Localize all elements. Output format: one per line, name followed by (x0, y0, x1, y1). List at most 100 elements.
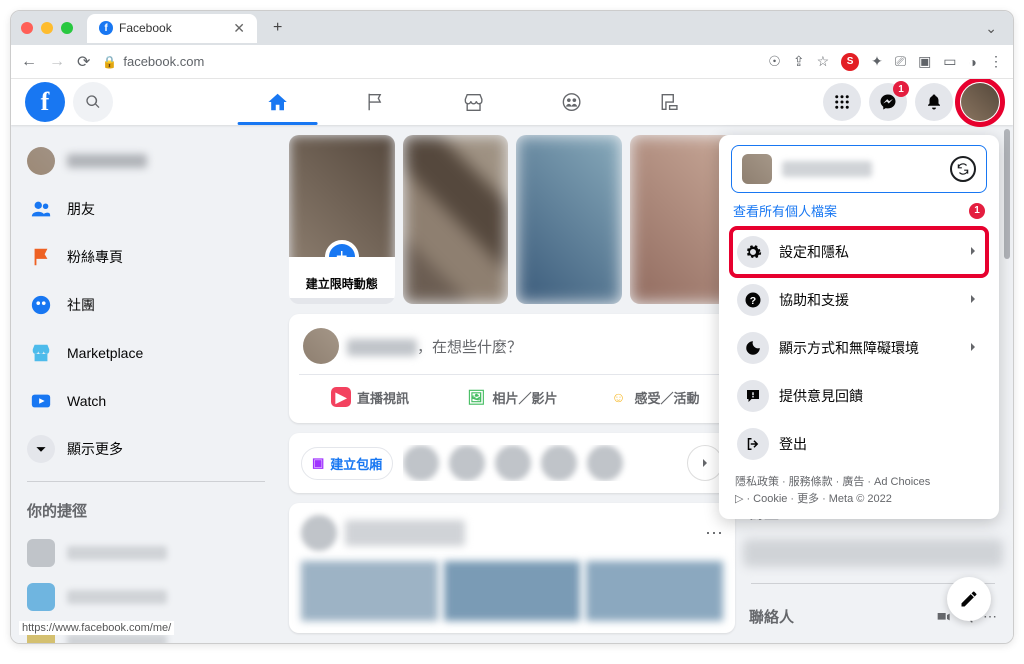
svg-text:?: ? (750, 295, 756, 307)
new-call-button[interactable] (935, 609, 951, 625)
nav-pages-tab[interactable] (332, 79, 420, 125)
rooms-card: ▣建立包廂 (289, 433, 735, 493)
new-tab-button[interactable]: + (263, 19, 292, 37)
contact-avatar[interactable] (587, 445, 623, 481)
highlight-ring (955, 79, 1005, 127)
menu-icon[interactable]: ⋮ (989, 53, 1003, 70)
composer-live[interactable]: ▶直播視訊 (299, 381, 441, 413)
extension-adblock-icon[interactable]: S (841, 53, 859, 71)
lock-icon: 🔒 (102, 55, 117, 69)
story-item[interactable] (403, 135, 509, 304)
dropdown-settings-privacy[interactable]: 設定和隱私 (731, 228, 987, 276)
help-icon: ? (737, 284, 769, 316)
video-icon: ▶ (331, 387, 351, 407)
contact-avatar[interactable] (541, 445, 577, 481)
chevron-right-icon (965, 291, 981, 310)
minimize-window[interactable] (41, 22, 53, 34)
address-bar[interactable]: 🔒 facebook.com (102, 54, 204, 69)
forward-button[interactable]: → (49, 53, 65, 71)
messenger-button[interactable]: 1 (869, 83, 907, 121)
sidebar-watch[interactable]: Watch (19, 379, 273, 423)
browser-tab[interactable]: f Facebook ✕ (87, 14, 257, 43)
dropdown-display-accessibility[interactable]: 顯示方式和無障礙環境 (731, 324, 987, 372)
dropdown-item-label: 協助和支援 (779, 290, 849, 310)
create-story[interactable]: + 建立限時動態 (289, 135, 395, 304)
messenger-icon (879, 93, 897, 111)
view-all-profiles-link[interactable]: 查看所有個人檔案 1 (731, 193, 987, 228)
share-icon[interactable]: ⇪ (793, 53, 805, 70)
composer-input-row[interactable]: xxxx，在想些什麼？ (299, 324, 725, 375)
post-author[interactable] (345, 520, 465, 546)
sidebar-see-more[interactable]: 顯示更多 (19, 427, 273, 471)
nav-groups-tab[interactable] (528, 79, 616, 125)
contact-avatar[interactable] (403, 445, 439, 481)
switch-profile-button[interactable] (950, 156, 976, 182)
sidebar-profile[interactable] (19, 139, 273, 183)
profile-name (67, 154, 147, 168)
page-info-icon[interactable]: ☉ (768, 53, 781, 70)
nav-gaming-tab[interactable] (626, 79, 714, 125)
chevron-right-icon (965, 339, 981, 358)
dropdown-profile-card[interactable] (731, 145, 987, 193)
avatar-icon (27, 147, 55, 175)
facebook-logo[interactable]: f (25, 82, 65, 122)
maximize-window[interactable] (61, 22, 73, 34)
create-room-button[interactable]: ▣建立包廂 (301, 447, 393, 480)
flag-icon (365, 91, 387, 113)
scrollbar[interactable] (1004, 129, 1010, 259)
reading-list-icon[interactable]: ▭ (943, 53, 956, 70)
logout-icon (737, 428, 769, 460)
shortcut-item[interactable] (19, 533, 273, 573)
browser-toolbar: ← → ⟳ 🔒 facebook.com ☉ ⇪ ☆ S ✦ ⎚ ▣ ▭ ◑ ⋮ (11, 45, 1013, 79)
nav-marketplace-tab[interactable] (430, 79, 518, 125)
shortcut-item[interactable] (19, 577, 273, 617)
photo-icon: 🖼 (466, 387, 486, 407)
back-button[interactable]: ← (21, 53, 37, 71)
bell-icon (925, 93, 943, 111)
search-button[interactable] (73, 82, 113, 122)
url-text: facebook.com (123, 54, 204, 69)
avatar-icon (742, 154, 772, 184)
new-message-fab[interactable] (947, 577, 991, 621)
dropdown-feedback[interactable]: 提供意見回饋 (731, 372, 987, 420)
avatar-icon (303, 328, 339, 364)
notifications-button[interactable] (915, 83, 953, 121)
gear-icon (737, 236, 769, 268)
account-menu-button[interactable] (961, 83, 999, 121)
chevron-right-icon (965, 243, 981, 262)
contact-avatar[interactable] (449, 445, 485, 481)
story-item[interactable] (516, 135, 622, 304)
messenger-badge: 1 (893, 81, 909, 97)
menu-grid-button[interactable] (823, 83, 861, 121)
sidebar-marketplace[interactable]: Marketplace (19, 331, 273, 375)
dropdown-help-support[interactable]: ? 協助和支援 (731, 276, 987, 324)
rooms-next-button[interactable] (687, 445, 723, 481)
tab-overflow-icon[interactable]: ⌄ (979, 20, 1003, 37)
search-icon (85, 94, 101, 110)
bookmark-icon[interactable]: ☆ (817, 53, 830, 70)
sidebar-pages[interactable]: 粉絲專頁 (19, 235, 273, 279)
sidepanel-icon[interactable]: ▣ (918, 53, 931, 70)
tab-title: Facebook (119, 21, 172, 35)
composer-photo[interactable]: 🖼相片／影片 (441, 381, 583, 413)
composer-feeling[interactable]: ☺感受／活動 (583, 381, 725, 413)
reload-button[interactable]: ⟳ (77, 52, 90, 72)
extensions-icon[interactable]: ✦ (871, 53, 883, 70)
post-menu-button[interactable]: ⋯ (705, 523, 723, 544)
sidebar-groups[interactable]: 社團 (19, 283, 273, 327)
contacts-title: 聯絡人 (749, 606, 794, 627)
profile-icon[interactable]: ◑ (969, 54, 977, 70)
birthday-item[interactable] (743, 539, 1003, 567)
feedback-icon (737, 380, 769, 412)
dropdown-logout[interactable]: 登出 (731, 420, 987, 468)
contact-avatar[interactable] (495, 445, 531, 481)
post-avatar[interactable] (301, 515, 337, 551)
sidebar-label: 粉絲專頁 (67, 247, 123, 267)
watch-icon (27, 387, 55, 415)
moon-icon (737, 332, 769, 364)
cast-icon[interactable]: ⎚ (895, 53, 906, 70)
nav-home-tab[interactable] (234, 79, 322, 125)
close-tab-icon[interactable]: ✕ (233, 20, 245, 37)
sidebar-friends[interactable]: 朋友 (19, 187, 273, 231)
close-window[interactable] (21, 22, 33, 34)
